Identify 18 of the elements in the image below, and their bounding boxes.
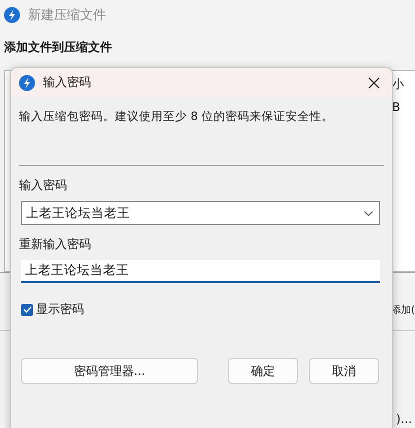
option-button[interactable]: )... [396,412,412,426]
instruction-text: 输入压缩包密码。建议使用至少 8 位的密码来保证安全性。 [19,109,335,125]
chevron-down-icon [364,210,373,216]
window-title: 新建压缩文件 [28,7,106,24]
field-label: 重新输入密码 [19,236,92,252]
password-combo-box[interactable]: 上老王论坛当老王 [21,201,380,225]
dialog-button[interactable]: 取消 [309,358,379,384]
section-heading: 添加文件到压缩文件 [3,39,113,56]
password-input-field[interactable]: 上老王论坛当老王 [21,260,380,283]
app-logo-icon [19,74,35,90]
field-label: 输入密码 [19,177,68,193]
show-password-checkbox[interactable]: 显示密码 [21,301,84,318]
dialog-title: 输入密码 [43,74,92,91]
dialog-button[interactable]: 确定 [228,358,298,384]
app-logo-icon [4,7,20,23]
list-cell: B [392,100,400,114]
dialog-button[interactable]: 密码管理器... [21,358,198,384]
column-header: 小 [392,76,404,93]
